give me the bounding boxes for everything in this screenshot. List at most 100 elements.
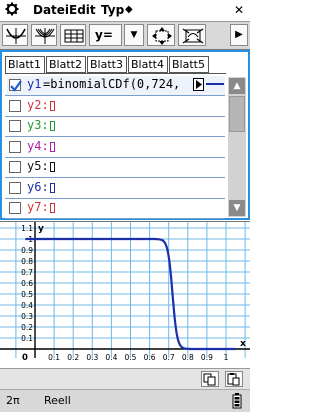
x-tick-label: 0.7 xyxy=(163,353,175,362)
menu-bar: Datei Edit Typ ◆ ✕ xyxy=(0,0,250,22)
graph-window[interactable]: 1.1 1 0.9 0.8 0.7 0.6 0.5 0.4 0.3 0.2 0.1 0 0.1 0.2 0.… xyxy=(0,221,250,369)
y-tick-label: 0.3 xyxy=(21,312,33,321)
toolbar: y= ▼ ▶ xyxy=(0,22,250,50)
paste-button[interactable] xyxy=(225,371,243,387)
x-tick-label: 0.5 xyxy=(125,353,137,362)
menu-typ[interactable]: Typ xyxy=(101,3,124,17)
tab-blatt4[interactable]: Blatt4 xyxy=(128,56,168,73)
y-tick-label: 0.8 xyxy=(21,257,33,266)
function-label: y2: xyxy=(27,97,49,112)
status-bar: 2π Reell xyxy=(0,389,250,412)
toolbar-more-button[interactable]: ▶ xyxy=(230,24,248,46)
function-label: y5: xyxy=(27,159,49,173)
function-row[interactable]: y3: xyxy=(7,117,225,137)
tab-blatt3[interactable]: Blatt3 xyxy=(87,56,127,73)
line-style-icon[interactable] xyxy=(206,83,224,85)
function-row[interactable]: y6: xyxy=(7,179,225,199)
scroll-up-button[interactable]: ▲ xyxy=(229,78,245,94)
battery-icon xyxy=(232,393,242,412)
empty-input-cursor xyxy=(49,121,55,131)
function-label: y3: xyxy=(27,118,49,132)
close-icon[interactable]: ✕ xyxy=(234,3,244,17)
x-tick-label: 0.6 xyxy=(144,353,156,362)
angle-mode: 2π xyxy=(6,394,20,407)
y-tick-label: 0.4 xyxy=(21,301,33,310)
tab-label: Blatt3 xyxy=(90,58,123,71)
function-checkbox[interactable] xyxy=(9,99,21,112)
copy-button[interactable] xyxy=(201,371,219,387)
graph-icon xyxy=(6,28,26,44)
graph-multi-button[interactable] xyxy=(31,24,57,46)
copy-icon xyxy=(203,373,216,386)
tab-blatt5[interactable]: Blatt5 xyxy=(169,56,209,73)
scroll-down-button[interactable]: ▼ xyxy=(229,200,245,216)
graph-canvas[interactable]: 1.1 1 0.9 0.8 0.7 0.6 0.5 0.4 0.3 0.2 0.1 0 0.1 0.2 0.… xyxy=(0,222,250,368)
x-tick-label: 0.2 xyxy=(67,353,79,362)
type-label: y= xyxy=(95,28,113,42)
x-tick-label: 1 xyxy=(224,353,229,362)
table-icon xyxy=(64,29,84,43)
empty-input-cursor xyxy=(49,100,55,111)
function-checkbox[interactable] xyxy=(9,202,21,214)
chevron-down-icon: ▼ xyxy=(130,30,138,40)
empty-input-cursor xyxy=(49,141,55,152)
y-tick-label: 0.7 xyxy=(21,268,33,277)
multi-graph-icon xyxy=(35,28,55,44)
tab-label: Blatt1 xyxy=(8,58,41,71)
y-tick-label: 0.9 xyxy=(21,246,33,255)
paste-icon xyxy=(227,373,240,386)
function-label: y6: xyxy=(27,179,49,194)
tab-label: Blatt5 xyxy=(172,58,205,71)
x-tick-label: 0.1 xyxy=(48,353,60,362)
x-tick-label: 0.3 xyxy=(86,353,98,362)
table-button[interactable] xyxy=(60,24,86,46)
menu-edit[interactable]: Edit xyxy=(69,3,96,17)
zoom-box-icon xyxy=(152,27,172,45)
function-label: y7: xyxy=(27,200,49,214)
function-checkbox[interactable] xyxy=(9,181,21,194)
y-tick-label: 0.6 xyxy=(21,279,33,288)
gear-icon[interactable] xyxy=(5,2,19,19)
function-checkbox[interactable] xyxy=(9,79,22,92)
empty-input-cursor xyxy=(49,203,55,213)
x-tick-label: 0.4 xyxy=(105,353,117,362)
type-dropdown[interactable]: ▼ xyxy=(124,24,144,46)
graph-window-button[interactable] xyxy=(2,24,28,46)
function-label: y4: xyxy=(27,138,49,153)
tab-label: Blatt2 xyxy=(49,58,82,71)
function-row[interactable]: y2: xyxy=(7,97,225,117)
chevron-right-icon: ▶ xyxy=(235,29,243,40)
editor-scrollbar[interactable]: ▲ ▼ xyxy=(228,77,246,217)
graph-editor: Blatt1 Blatt2 Blatt3 Blatt4 Blatt5 y1 =bi… xyxy=(0,50,250,220)
expand-arrow-icon[interactable] xyxy=(193,78,204,91)
x-tick-label: 0.8 xyxy=(182,353,194,362)
zoom-box-button[interactable] xyxy=(147,24,175,46)
y-axis-label: y xyxy=(38,224,44,234)
function-row[interactable]: y5: xyxy=(7,158,225,178)
bottom-toolbar xyxy=(0,368,250,389)
function-row[interactable]: y7: xyxy=(7,199,225,219)
function-row[interactable]: y4: xyxy=(7,138,225,158)
y-tick-label: 0.2 xyxy=(21,323,33,332)
menu-diamond[interactable]: ◆ xyxy=(125,4,133,15)
function-expression[interactable]: =binomialCDf(0,724, xyxy=(43,77,180,91)
empty-input-cursor xyxy=(49,182,55,193)
tab-blatt2[interactable]: Blatt2 xyxy=(46,56,86,73)
row-divider xyxy=(5,218,225,219)
y-tick-label: 0.1 xyxy=(21,334,33,343)
function-checkbox[interactable] xyxy=(9,120,21,132)
empty-input-cursor xyxy=(49,162,55,172)
x-axis-label: x xyxy=(240,339,246,349)
function-checkbox[interactable] xyxy=(9,140,21,153)
tab-label: Blatt4 xyxy=(131,58,164,71)
tab-blatt1[interactable]: Blatt1 xyxy=(5,56,45,74)
scroll-thumb[interactable] xyxy=(229,96,245,132)
zoom-auto-button[interactable] xyxy=(178,24,206,46)
origin-label: 0 xyxy=(22,353,28,363)
function-checkbox[interactable] xyxy=(9,161,21,173)
number-format: Reell xyxy=(44,394,71,407)
y-tick-label: 0.5 xyxy=(21,290,33,299)
type-button[interactable]: y= xyxy=(89,24,122,46)
function-row[interactable]: y1 =binomialCDf(0,724, xyxy=(7,76,225,96)
menu-datei[interactable]: Datei xyxy=(33,3,69,17)
